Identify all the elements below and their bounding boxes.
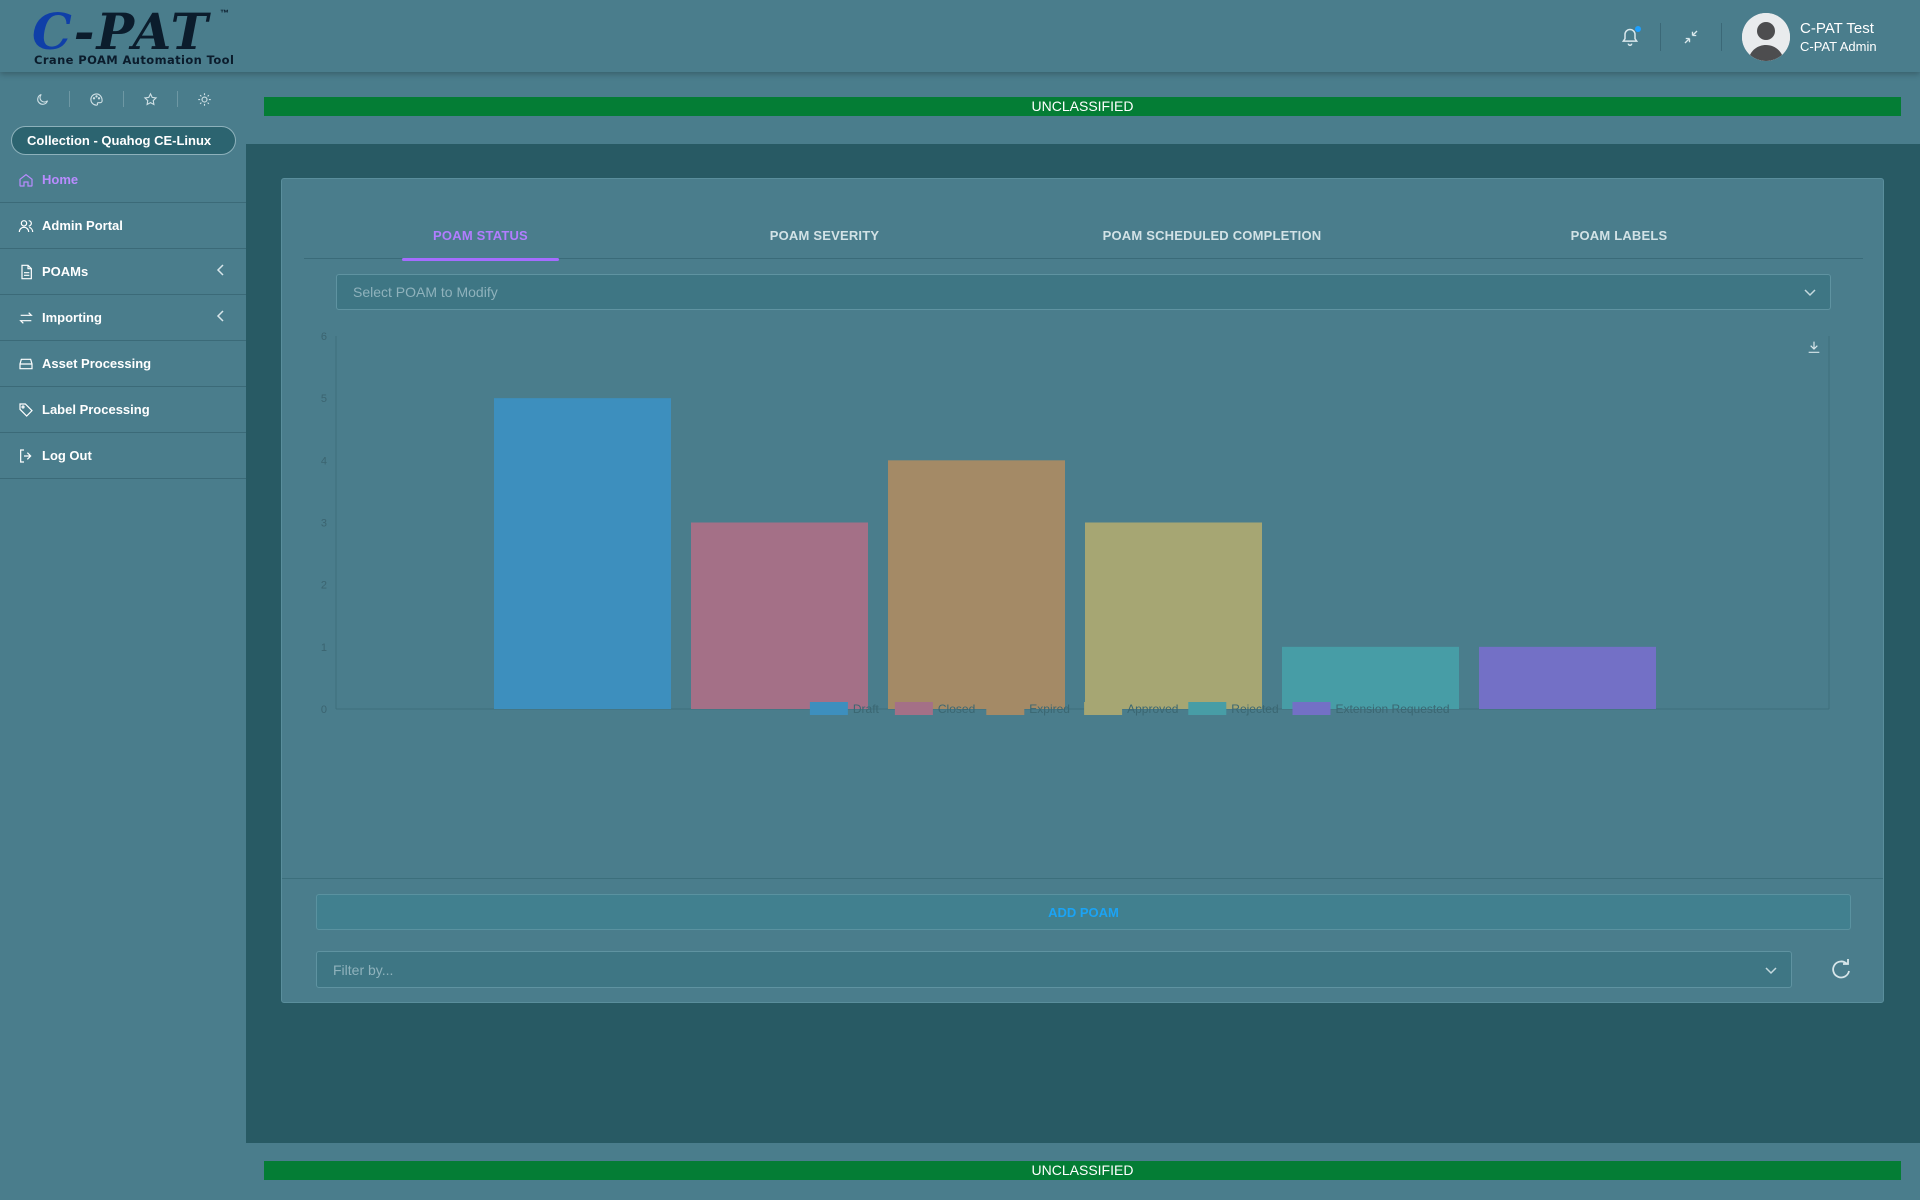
- poam-status-chart: 0 1 2 3 4 5 6 Draft Closed Expired Approved Rejecte…: [315, 327, 1862, 799]
- logo-trademark: ™: [220, 8, 229, 18]
- moon-icon: [36, 93, 48, 105]
- sidebar-item-log-out[interactable]: Log Out: [0, 433, 246, 479]
- chart-bar-draft[interactable]: [494, 398, 671, 709]
- sidebar-item-label: Home: [42, 172, 79, 187]
- legend-swatch: [1084, 702, 1123, 715]
- tag-icon: [17, 401, 35, 419]
- logo-subtitle: Crane POAM Automation Tool: [34, 53, 235, 67]
- legend-label[interactable]: Extension Requested: [1336, 702, 1450, 716]
- add-poam-button[interactable]: ADD POAM: [316, 894, 1851, 930]
- notifications-button[interactable]: [1608, 15, 1652, 59]
- y-tick-label: 2: [321, 580, 327, 592]
- tab-poam-labels[interactable]: POAM LABELS: [1564, 211, 1674, 259]
- sidebar-item-label: Asset Processing: [42, 356, 152, 371]
- classification-banner-bottom: UNCLASSIFIED: [264, 1161, 1901, 1180]
- legend-label[interactable]: Draft: [853, 702, 880, 716]
- sidebar-item-home[interactable]: Home: [0, 157, 246, 203]
- avatar[interactable]: [1742, 13, 1790, 61]
- filter-select-placeholder: Filter by...: [333, 961, 394, 978]
- palette-icon: [89, 92, 103, 106]
- compress-icon: [1684, 30, 1698, 44]
- poam-select-placeholder: Select POAM to Modify: [353, 284, 498, 300]
- divider: [1660, 23, 1661, 51]
- arrows-exchange-icon: [17, 309, 35, 327]
- classification-banner-top: UNCLASSIFIED: [264, 97, 1901, 116]
- file-icon: [17, 263, 35, 281]
- sidebar-item-poams[interactable]: POAMs: [0, 249, 246, 295]
- legend-label[interactable]: Expired: [1029, 702, 1070, 716]
- poam-select[interactable]: Select POAM to Modify: [336, 274, 1831, 310]
- sun-icon: [197, 92, 211, 106]
- refresh-icon[interactable]: [1823, 951, 1859, 992]
- legend-swatch: [894, 702, 933, 715]
- y-tick-label: 3: [321, 518, 327, 530]
- user-avatar-icon: [1742, 13, 1790, 61]
- sidebar-item-label: Importing: [42, 310, 102, 325]
- legend-label[interactable]: Rejected: [1231, 702, 1278, 716]
- settings-button[interactable]: [177, 87, 231, 111]
- divider: [1721, 23, 1722, 51]
- section-divider: [282, 878, 1883, 879]
- y-tick-label: 6: [321, 331, 327, 343]
- y-tick-label: 4: [321, 455, 327, 467]
- sidebar-item-admin-portal[interactable]: Admin Portal: [0, 203, 246, 249]
- chart-bar-approved[interactable]: [1085, 522, 1262, 710]
- chart-tabs: POAM STATUS POAM SEVERITY POAM SCHEDULED…: [304, 211, 1863, 261]
- top-actions: C-PAT Test C-PAT Admin: [1608, 13, 1920, 61]
- legend-swatch: [1188, 702, 1227, 715]
- user-info[interactable]: C-PAT Test C-PAT Admin: [1800, 20, 1920, 55]
- y-tick-label: 1: [321, 642, 327, 654]
- legend-label[interactable]: Closed: [938, 702, 975, 716]
- y-tick-label: 0: [321, 704, 327, 716]
- sidebar-item-importing[interactable]: Importing: [0, 295, 246, 341]
- poam-dashboard-card: POAM STATUS POAM SEVERITY POAM SCHEDULED…: [281, 178, 1884, 1003]
- server-icon: [17, 355, 35, 373]
- legend-swatch: [986, 702, 1025, 715]
- user-role: C-PAT Admin: [1800, 38, 1877, 54]
- chart-bar-expired[interactable]: [888, 460, 1065, 709]
- sidebar-item-label: Admin Portal: [42, 218, 123, 233]
- filter-select[interactable]: Filter by...: [316, 951, 1792, 988]
- chevron-down-icon: [1804, 284, 1816, 300]
- sidebar-item-label: POAMs: [42, 264, 89, 279]
- chart-bar-closed[interactable]: [691, 522, 868, 710]
- download-icon[interactable]: [1806, 339, 1822, 360]
- bar-chart: 0 1 2 3 4 5 6 Draft Closed Expired Approved Rejecte…: [321, 331, 1830, 716]
- tab-poam-severity[interactable]: POAM SEVERITY: [759, 211, 890, 259]
- favorites-button[interactable]: [123, 87, 177, 111]
- chart-bar-extension-requested[interactable]: [1479, 646, 1656, 709]
- collection-selector[interactable]: Collection - Quahog CE-Linux: [11, 126, 236, 155]
- users-icon: [17, 217, 35, 235]
- top-bar: C-PAT ™ Crane POAM Automation Tool C-PAT…: [0, 0, 1920, 72]
- chevron-left-icon: [216, 264, 226, 279]
- tab-poam-status[interactable]: POAM STATUS: [402, 211, 559, 261]
- chart-bar-rejected[interactable]: [1282, 646, 1459, 709]
- y-tick-label: 5: [321, 393, 327, 405]
- collapse-button[interactable]: [1669, 15, 1713, 59]
- notification-dot: [1635, 26, 1641, 32]
- dark-mode-button[interactable]: [15, 87, 69, 111]
- sidebar-item-asset-processing[interactable]: Asset Processing: [0, 341, 246, 387]
- chevron-left-icon: [216, 310, 226, 325]
- legend-swatch: [809, 702, 848, 715]
- sign-out-icon: [17, 447, 35, 465]
- user-name: C-PAT Test: [1800, 19, 1874, 37]
- sidebar-item-label: Label Processing: [42, 402, 150, 417]
- legend-swatch: [1292, 702, 1331, 715]
- tab-poam-scheduled-completion[interactable]: POAM SCHEDULED COMPLETION: [1092, 211, 1332, 259]
- star-icon: [143, 92, 157, 105]
- sidebar-toolbar: [0, 72, 246, 122]
- sidebar: Collection - Quahog CE-Linux Home Admin …: [0, 72, 246, 1200]
- legend-label[interactable]: Approved: [1127, 702, 1178, 716]
- theme-button[interactable]: [69, 87, 123, 111]
- app-logo[interactable]: C-PAT ™ Crane POAM Automation Tool: [32, 2, 242, 68]
- sidebar-item-label: Log Out: [42, 448, 92, 463]
- home-icon: [17, 171, 35, 189]
- chevron-down-icon: [1765, 962, 1777, 978]
- sidebar-item-label-processing[interactable]: Label Processing: [0, 387, 246, 433]
